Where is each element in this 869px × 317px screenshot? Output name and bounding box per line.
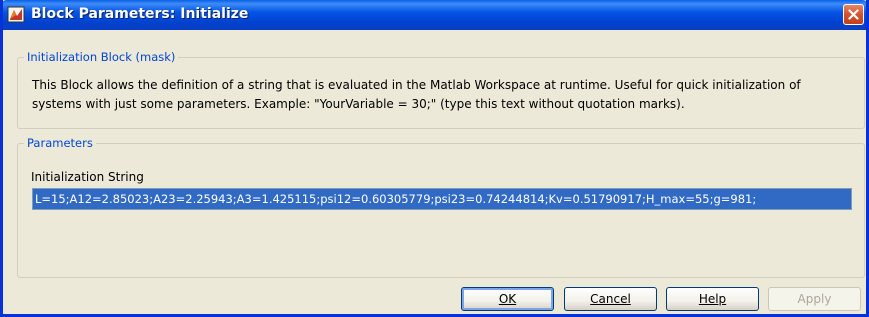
ok-button[interactable]: OK [461,287,554,311]
title-bar[interactable]: Block Parameters: Initialize [3,0,866,30]
mask-group-legend: Initialization Block (mask) [24,50,179,64]
matlab-block-icon [7,6,25,23]
close-button[interactable] [843,4,864,25]
initialization-string-label: Initialization String [31,170,144,184]
dialog-window: Block Parameters: Initialize Initializat… [0,0,869,317]
mask-description: This Block allows the definition of a st… [32,78,801,111]
apply-button[interactable]: Apply [768,287,861,311]
parameters-group-legend: Parameters [24,136,96,150]
initialization-string-input[interactable] [32,188,852,210]
window-title: Block Parameters: Initialize [31,6,249,22]
mask-group: Initialization Block (mask) This Block a… [17,50,865,129]
help-button[interactable]: Help [666,287,759,311]
parameters-group: Parameters Initialization String [17,136,865,278]
cancel-button[interactable]: Cancel [564,287,657,311]
close-icon [848,9,859,20]
